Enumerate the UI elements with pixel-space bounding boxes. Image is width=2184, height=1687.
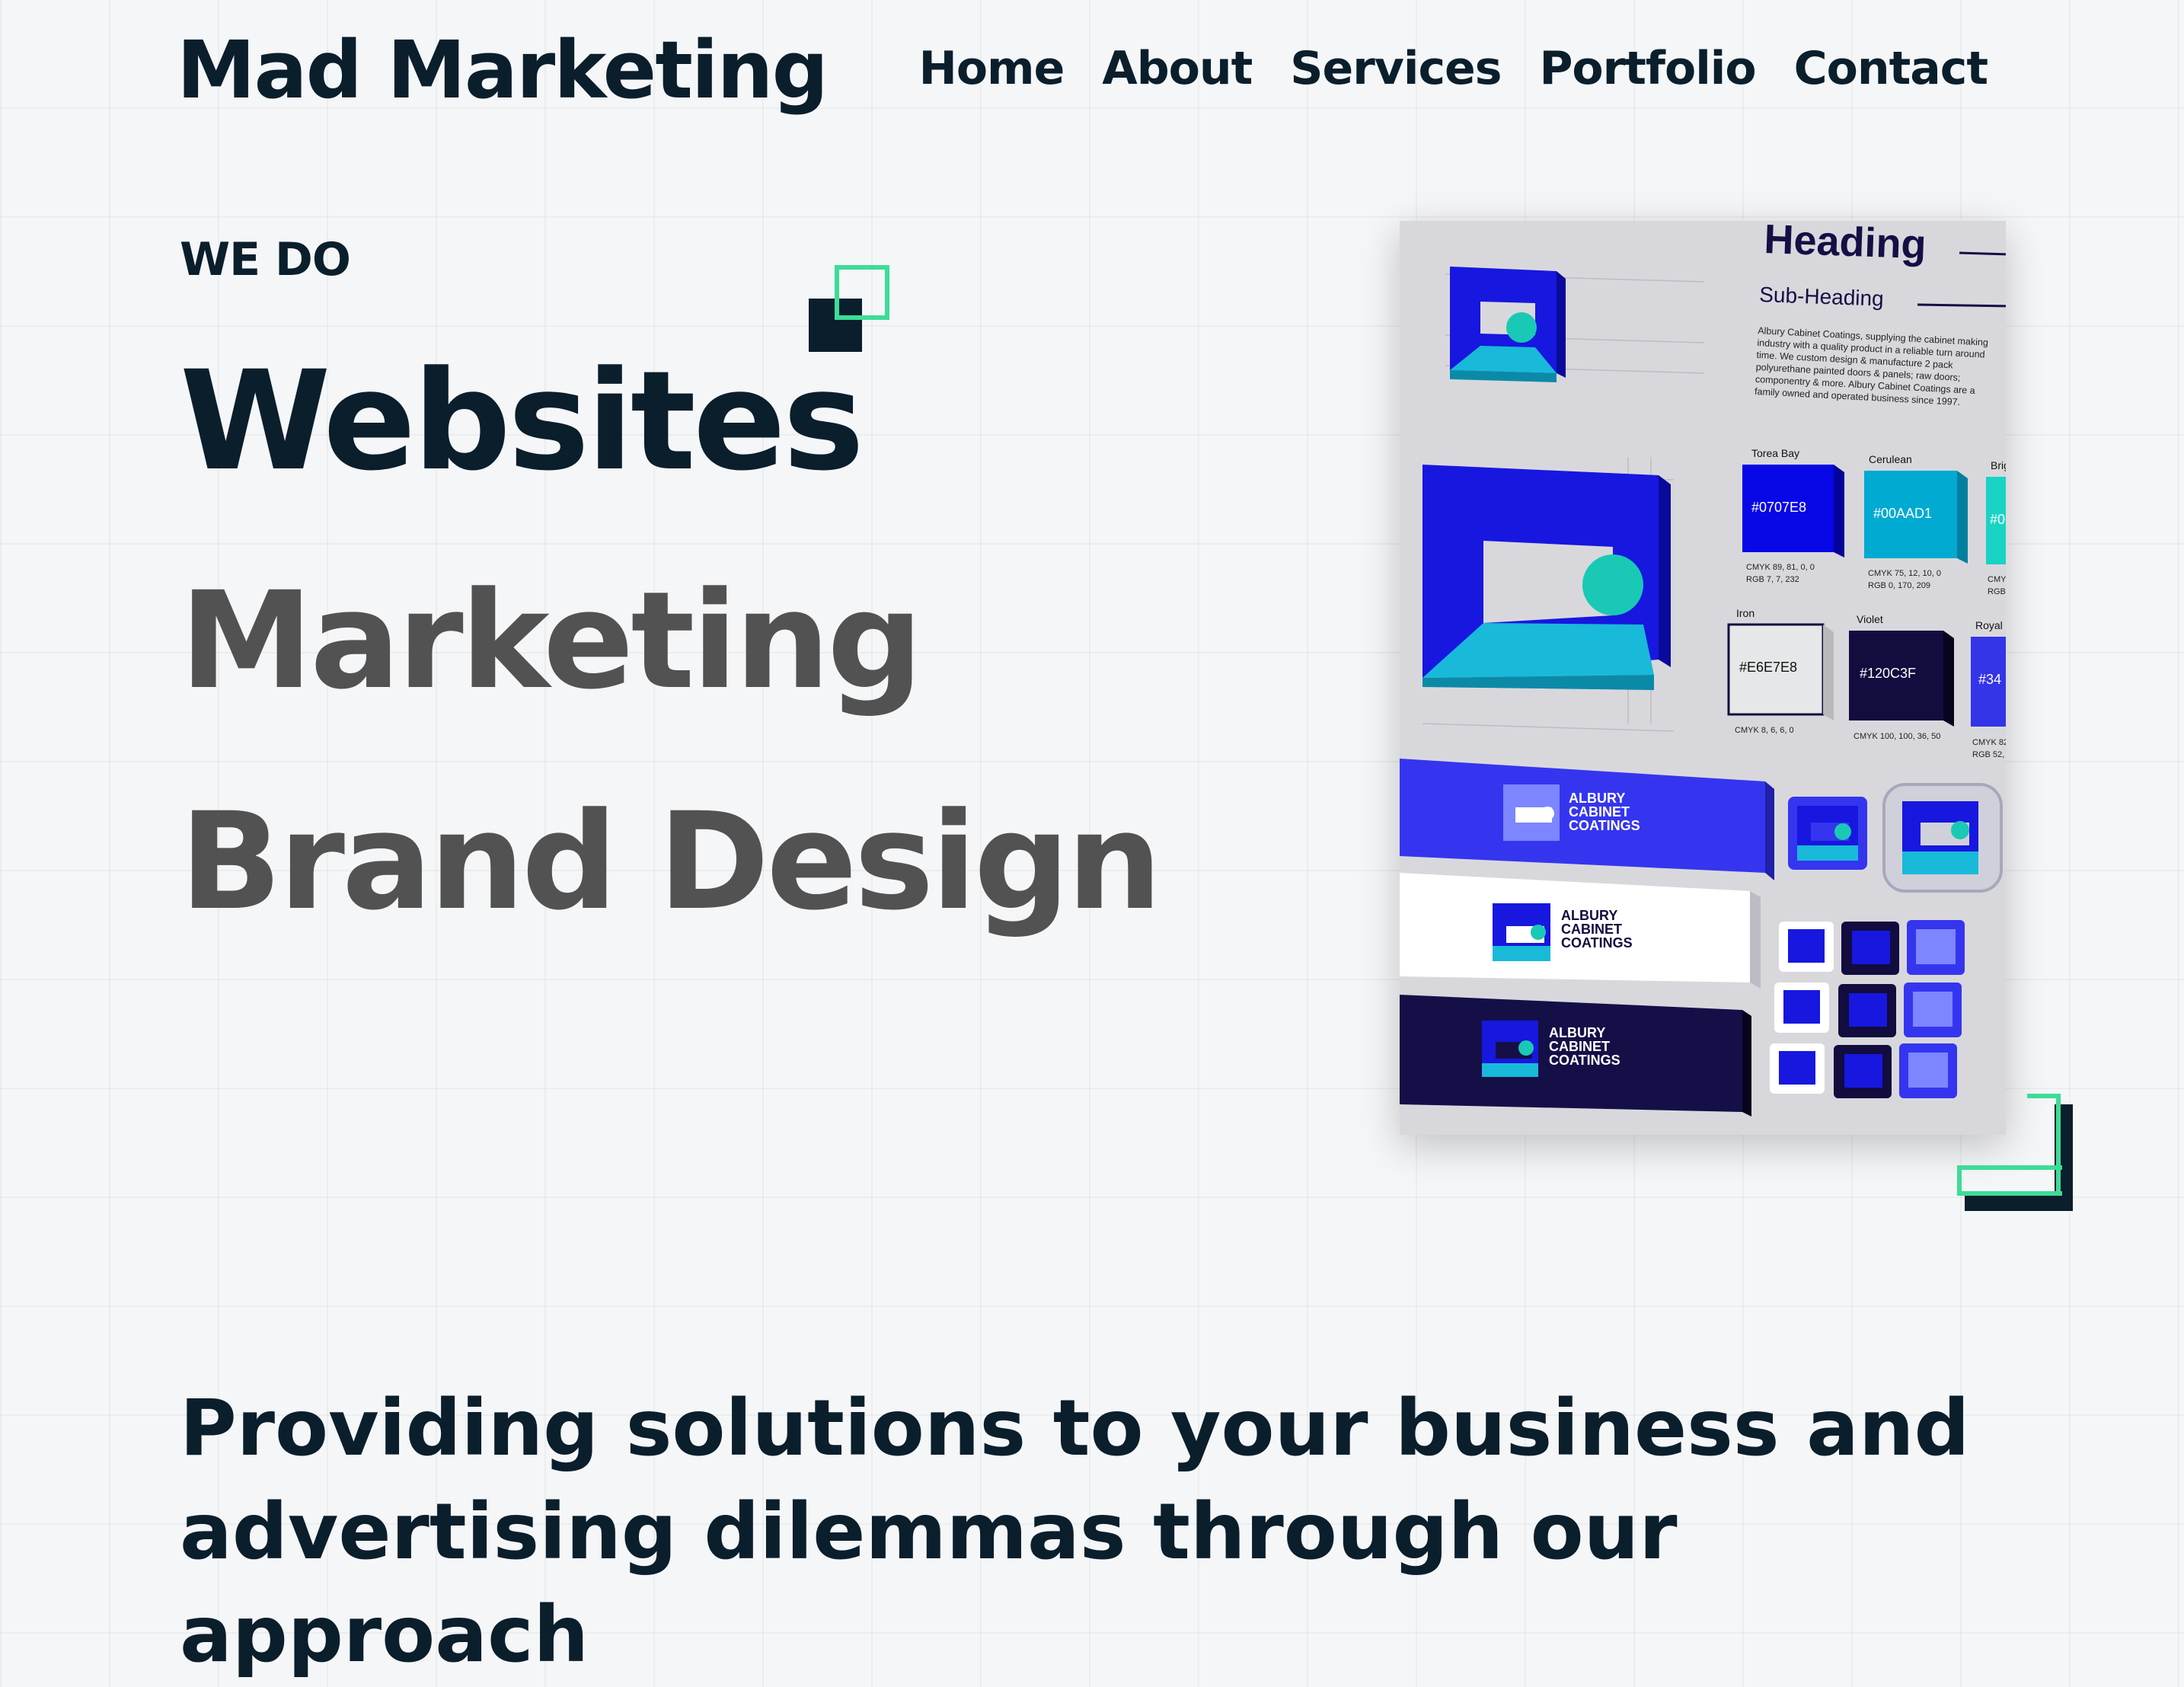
svg-text:#E6E7E8: #E6E7E8 — [1739, 660, 1797, 675]
svg-text:#34: #34 — [1978, 672, 2001, 687]
banner-logo-text: ALBURY — [1561, 908, 1617, 923]
svg-text:CMYK 100, 100, 36, 50: CMYK 100, 100, 36, 50 — [1854, 732, 1940, 741]
nav-about-link[interactable]: About — [1102, 41, 1253, 96]
svg-text:RGB 7, 7, 232: RGB 7, 7, 232 — [1746, 575, 1799, 584]
hero-service-websites: Websites — [180, 342, 864, 501]
portfolio-mockup-image: Heading Sub-Heading Albury Cabinet Coati… — [1400, 221, 2006, 1135]
svg-text:CMYK 89, 81, 0, 0: CMYK 89, 81, 0, 0 — [1746, 563, 1815, 572]
svg-text:Violet: Violet — [1857, 613, 1883, 625]
nav-home-link[interactable]: Home — [919, 41, 1065, 96]
nav-contact-link[interactable]: Contact — [1794, 41, 1988, 96]
svg-text:#00AAD1: #00AAD1 — [1873, 506, 1932, 521]
square-accent-outline — [835, 265, 889, 320]
svg-text:Cerulean: Cerulean — [1869, 453, 1912, 465]
page: { "brand": { "name": "Mad Marketing" }, … — [0, 0, 2184, 1680]
banner-logo-text: COATINGS — [1549, 1053, 1620, 1068]
svg-text:CMYK 75, 12, 10, 0: CMYK 75, 12, 10, 0 — [1868, 569, 1941, 578]
nav-portfolio-link[interactable]: Portfolio — [1539, 41, 1756, 96]
banner-logo-text: CABINET — [1569, 804, 1630, 820]
logo-banner-white: ALBURY CABINET COATINGS — [1400, 873, 1761, 989]
svg-text:RGB 0: RGB 0 — [1988, 587, 2006, 596]
banner-logo-text: CABINET — [1549, 1039, 1610, 1054]
hero-service-marketing: Marketing — [180, 563, 923, 719]
banner-logo-text: COATINGS — [1569, 818, 1640, 833]
svg-text:CMYK 8, 6, 6, 0: CMYK 8, 6, 6, 0 — [1735, 726, 1794, 735]
banner-logo-text: CABINET — [1561, 922, 1622, 937]
hero-eyebrow: WE DO — [180, 233, 351, 286]
main-nav: Home About Services Portfolio Contact — [919, 41, 1988, 96]
site-logo[interactable]: Mad Marketing — [177, 23, 829, 118]
banner-logo-text: ALBURY — [1549, 1025, 1605, 1040]
mockup-subheading: Sub-Heading — [1759, 283, 1884, 311]
corner-accent-outline-horizontal — [1957, 1165, 2062, 1196]
banner-logo-text: COATINGS — [1561, 935, 1633, 951]
app-icon-blue — [1788, 797, 1867, 870]
svg-text:Brig: Brig — [1991, 459, 2006, 471]
intro-tagline: Providing solutions to your business and… — [180, 1377, 2083, 1687]
app-icon-grid — [1770, 920, 1965, 1098]
nav-services-link[interactable]: Services — [1290, 41, 1502, 96]
tagline-line: advertising dilemmas through our approac… — [180, 1486, 1678, 1681]
brand-3d-logo-small — [1450, 267, 1566, 382]
svg-text:Royal: Royal — [1975, 619, 2003, 631]
brand-3d-logo-large — [1422, 465, 1671, 690]
banner-logo-text: ALBURY — [1569, 791, 1625, 806]
color-swatch: Brig #0 CMY RGB 0 — [1986, 459, 2006, 596]
svg-text:#0: #0 — [1990, 512, 2005, 527]
hero-service-brand-design: Brand Design — [180, 784, 1162, 940]
svg-text:RGB 52, 1: RGB 52, 1 — [1972, 750, 2006, 759]
svg-text:#120C3F: #120C3F — [1860, 666, 1916, 681]
svg-text:#0707E8: #0707E8 — [1751, 500, 1806, 515]
svg-text:CMYK 82: CMYK 82 — [1972, 738, 2006, 747]
svg-text:CMY: CMY — [1988, 575, 2006, 584]
tagline-line: Providing solutions to your business and — [180, 1383, 1970, 1474]
logo-banner-dark: ALBURY CABINET COATINGS — [1400, 995, 1751, 1117]
mockup-heading: Heading — [1764, 221, 1927, 267]
svg-text:Iron: Iron — [1736, 607, 1755, 619]
svg-text:RGB 0, 170, 209: RGB 0, 170, 209 — [1868, 581, 1930, 590]
app-icon-outlined — [1882, 783, 2003, 893]
svg-text:Torea Bay: Torea Bay — [1751, 447, 1799, 459]
color-swatch: Royal #34 CMYK 82 RGB 52, 1 — [1971, 619, 2006, 759]
